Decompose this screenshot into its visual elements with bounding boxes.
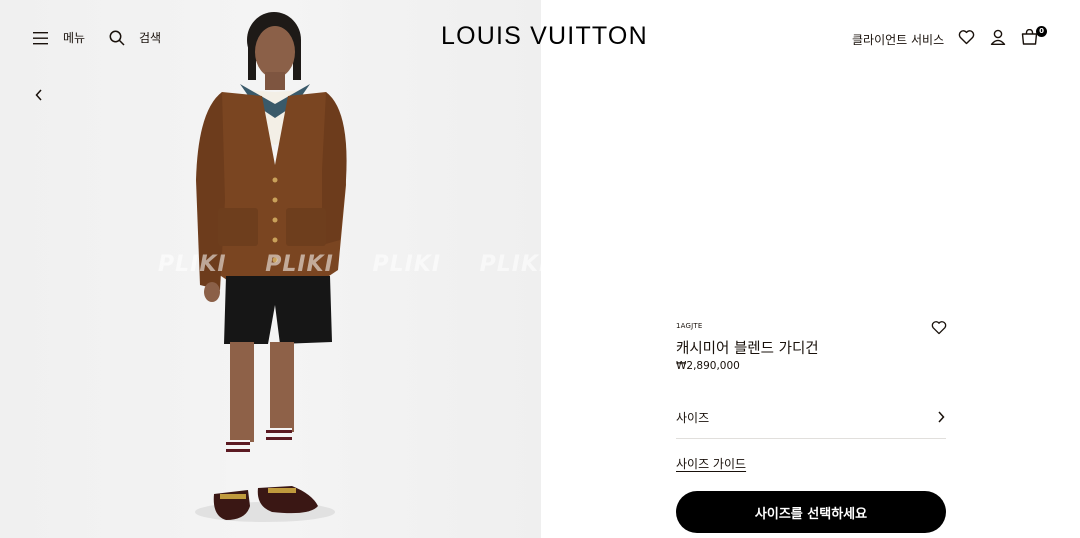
bag-count-badge: 0 bbox=[1036, 26, 1047, 37]
product-title: 캐시미어 블렌드 가디건 bbox=[676, 341, 819, 357]
client-service-link[interactable]: 클라이언트 서비스 bbox=[852, 31, 944, 48]
user-icon[interactable] bbox=[990, 29, 1006, 45]
menu-label: 메뉴 bbox=[63, 31, 86, 45]
hamburger-icon bbox=[33, 31, 48, 44]
brand-logo[interactable]: LOUIS VUITTON bbox=[441, 22, 647, 51]
menu-button[interactable]: 메뉴 bbox=[33, 29, 85, 46]
size-selector[interactable]: 사이즈 bbox=[676, 400, 946, 439]
product-image: PLIKI PLIKI PLIKI PLIKI PLIKI bbox=[0, 0, 541, 538]
search-icon bbox=[109, 30, 125, 46]
search-button[interactable]: 검색 bbox=[109, 29, 161, 46]
chevron-left-icon[interactable] bbox=[33, 88, 45, 102]
site-header: 메뉴 검색 LOUIS VUITTON 클라이언트 서비스 0 bbox=[0, 0, 1080, 76]
product-wishlist-heart-icon[interactable] bbox=[931, 320, 947, 335]
size-label: 사이즈 bbox=[676, 411, 710, 425]
size-guide-link[interactable]: 사이즈 가이드 bbox=[676, 455, 746, 472]
product-price: ₩2,890,000 bbox=[676, 360, 740, 372]
select-size-button[interactable]: 사이즈를 선택하세요 bbox=[676, 491, 946, 533]
search-label: 검색 bbox=[139, 31, 162, 45]
chevron-right-icon bbox=[938, 411, 945, 423]
heart-icon[interactable] bbox=[958, 29, 975, 45]
watermark-text: PLIKI PLIKI PLIKI PLIKI PLIKI bbox=[158, 252, 541, 277]
product-sku: 1AGJTE bbox=[676, 322, 703, 330]
